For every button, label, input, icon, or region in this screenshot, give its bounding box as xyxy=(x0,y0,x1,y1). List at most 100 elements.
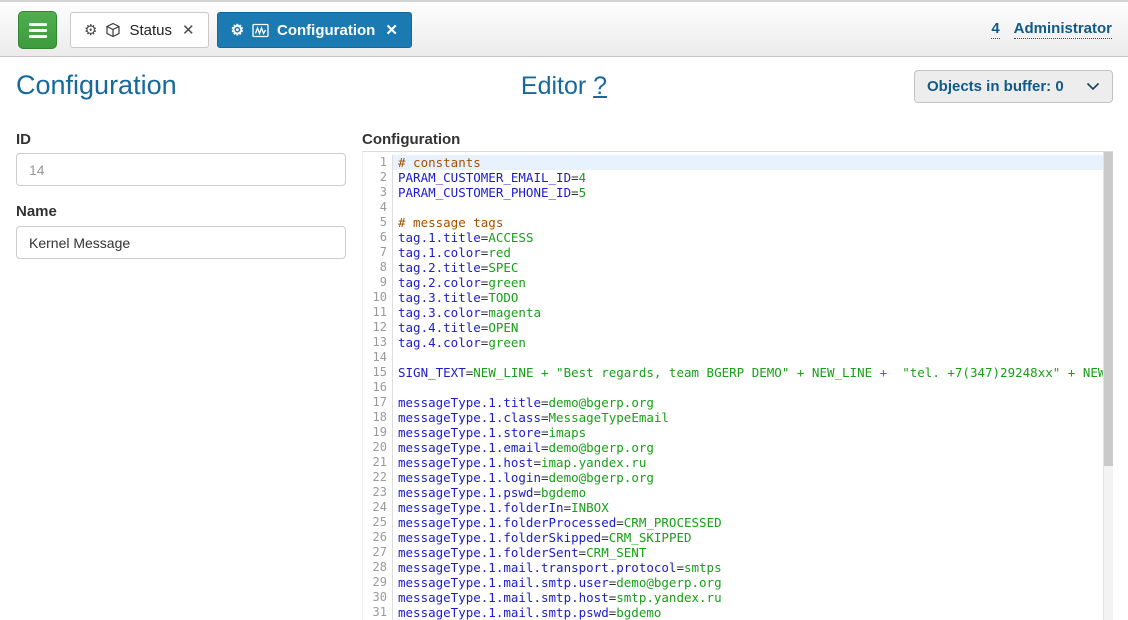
line-number: 20 xyxy=(363,440,393,455)
code-line[interactable]: 9tag.2.color=green xyxy=(363,275,1103,290)
tab-bar: ⚙ Status ✕ ⚙ Configuration ✕ xyxy=(70,12,412,48)
code-line[interactable]: 24messageType.1.folderIn=INBOX xyxy=(363,500,1103,515)
editor-scrollbar[interactable] xyxy=(1103,152,1113,620)
line-number: 23 xyxy=(363,485,393,500)
close-icon[interactable]: ✕ xyxy=(182,21,195,39)
code-text: # constants xyxy=(393,155,1103,170)
code-line[interactable]: 6tag.1.title=ACCESS xyxy=(363,230,1103,245)
code-line[interactable]: 26messageType.1.folderSkipped=CRM_SKIPPE… xyxy=(363,530,1103,545)
code-line[interactable]: 5# message tags xyxy=(363,215,1103,230)
code-line[interactable]: 21messageType.1.host=imap.yandex.ru xyxy=(363,455,1103,470)
code-text: tag.4.title=OPEN xyxy=(393,320,1103,335)
code-line[interactable]: 25messageType.1.folderProcessed=CRM_PROC… xyxy=(363,515,1103,530)
configuration-editor-label: Configuration xyxy=(362,131,460,148)
code-text: messageType.1.mail.smtp.host=smtp.yandex… xyxy=(393,590,1103,605)
code-text: messageType.1.pswd=bgdemo xyxy=(393,485,1103,500)
line-number: 24 xyxy=(363,500,393,515)
code-line[interactable]: 30messageType.1.mail.smtp.host=smtp.yand… xyxy=(363,590,1103,605)
code-text: messageType.1.folderProcessed=CRM_PROCES… xyxy=(393,515,1103,530)
line-number: 27 xyxy=(363,545,393,560)
line-number: 7 xyxy=(363,245,393,260)
code-text: tag.2.color=green xyxy=(393,275,1103,290)
buffer-dropdown-label: Objects in buffer: 0 xyxy=(927,78,1064,95)
code-line[interactable]: 18messageType.1.class=MessageTypeEmail xyxy=(363,410,1103,425)
code-text: tag.1.color=red xyxy=(393,245,1103,260)
line-number: 15 xyxy=(363,365,393,380)
gear-icon: ⚙ xyxy=(84,23,97,38)
code-line[interactable]: 27messageType.1.folderSent=CRM_SENT xyxy=(363,545,1103,560)
code-line[interactable]: 2PARAM_CUSTOMER_EMAIL_ID=4 xyxy=(363,170,1103,185)
line-number: 4 xyxy=(363,200,393,215)
code-line[interactable]: 11tag.3.color=magenta xyxy=(363,305,1103,320)
cube-icon xyxy=(105,22,121,38)
line-number: 31 xyxy=(363,605,393,620)
editor-heading-label: Editor xyxy=(521,72,586,100)
tab-label: Status xyxy=(129,22,172,39)
tab-configuration[interactable]: ⚙ Configuration ✕ xyxy=(217,12,412,48)
chevron-down-icon xyxy=(1086,82,1100,91)
line-number: 11 xyxy=(363,305,393,320)
line-number: 8 xyxy=(363,260,393,275)
code-line[interactable]: 10tag.3.title=TODO xyxy=(363,290,1103,305)
menu-button[interactable] xyxy=(18,11,57,49)
code-line[interactable]: 7tag.1.color=red xyxy=(363,245,1103,260)
code-line[interactable]: 29messageType.1.mail.smtp.user=demo@bger… xyxy=(363,575,1103,590)
close-icon[interactable]: ✕ xyxy=(385,21,398,39)
line-number: 2 xyxy=(363,170,393,185)
code-line[interactable]: 23messageType.1.pswd=bgdemo xyxy=(363,485,1103,500)
line-number: 17 xyxy=(363,395,393,410)
line-number: 26 xyxy=(363,530,393,545)
code-text xyxy=(393,200,1103,215)
code-text: tag.3.title=TODO xyxy=(393,290,1103,305)
code-line[interactable]: 17messageType.1.title=demo@bgerp.org xyxy=(363,395,1103,410)
code-text: tag.4.color=green xyxy=(393,335,1103,350)
user-id-link[interactable]: 4 xyxy=(991,20,999,39)
line-number: 28 xyxy=(363,560,393,575)
line-number: 29 xyxy=(363,575,393,590)
code-line[interactable]: 13tag.4.color=green xyxy=(363,335,1103,350)
code-line[interactable]: 14 xyxy=(363,350,1103,365)
id-label: ID xyxy=(16,131,31,148)
code-text: messageType.1.host=imap.yandex.ru xyxy=(393,455,1103,470)
code-line[interactable]: 19messageType.1.store=imaps xyxy=(363,425,1103,440)
buffer-dropdown[interactable]: Objects in buffer: 0 xyxy=(914,70,1113,103)
name-field[interactable] xyxy=(16,226,346,259)
code-line[interactable]: 8tag.2.title=SPEC xyxy=(363,260,1103,275)
code-text: messageType.1.folderSent=CRM_SENT xyxy=(393,545,1103,560)
code-text: messageType.1.folderSkipped=CRM_SKIPPED xyxy=(393,530,1103,545)
line-number: 13 xyxy=(363,335,393,350)
user-name-link[interactable]: Administrator xyxy=(1014,20,1112,39)
code-line[interactable]: 12tag.4.title=OPEN xyxy=(363,320,1103,335)
code-text: SIGN_TEXT=NEW_LINE + "Best regards, team… xyxy=(393,365,1103,380)
line-number: 18 xyxy=(363,410,393,425)
tab-label: Configuration xyxy=(277,22,375,39)
code-line[interactable]: 28messageType.1.mail.transport.protocol=… xyxy=(363,560,1103,575)
code-line[interactable]: 16 xyxy=(363,380,1103,395)
code-text: tag.1.title=ACCESS xyxy=(393,230,1103,245)
code-text: # message tags xyxy=(393,215,1103,230)
configuration-code-editor[interactable]: 1# constants2PARAM_CUSTOMER_EMAIL_ID=43P… xyxy=(362,151,1113,620)
code-line[interactable]: 20messageType.1.email=demo@bgerp.org xyxy=(363,440,1103,455)
id-field[interactable] xyxy=(16,153,346,186)
code-line[interactable]: 1# constants xyxy=(363,155,1103,170)
line-number: 21 xyxy=(363,455,393,470)
code-line[interactable]: 15SIGN_TEXT=NEW_LINE + "Best regards, te… xyxy=(363,365,1103,380)
help-link[interactable]: ? xyxy=(593,72,607,100)
code-text: PARAM_CUSTOMER_PHONE_ID=5 xyxy=(393,185,1103,200)
code-line[interactable]: 22messageType.1.login=demo@bgerp.org xyxy=(363,470,1103,485)
tab-status[interactable]: ⚙ Status ✕ xyxy=(70,12,209,48)
code-line[interactable]: 31messageType.1.mail.smtp.pswd=bgdemo xyxy=(363,605,1103,620)
line-number: 22 xyxy=(363,470,393,485)
scrollbar-thumb[interactable] xyxy=(1104,152,1113,466)
line-number: 14 xyxy=(363,350,393,365)
code-line[interactable]: 4 xyxy=(363,200,1103,215)
editor-lines: 1# constants2PARAM_CUSTOMER_EMAIL_ID=43P… xyxy=(363,152,1103,620)
code-text: messageType.1.class=MessageTypeEmail xyxy=(393,410,1103,425)
line-number: 1 xyxy=(363,155,393,170)
code-text: messageType.1.email=demo@bgerp.org xyxy=(393,440,1103,455)
line-number: 3 xyxy=(363,185,393,200)
line-number: 5 xyxy=(363,215,393,230)
code-text xyxy=(393,380,1103,395)
gear-icon: ⚙ xyxy=(231,23,244,38)
code-line[interactable]: 3PARAM_CUSTOMER_PHONE_ID=5 xyxy=(363,185,1103,200)
